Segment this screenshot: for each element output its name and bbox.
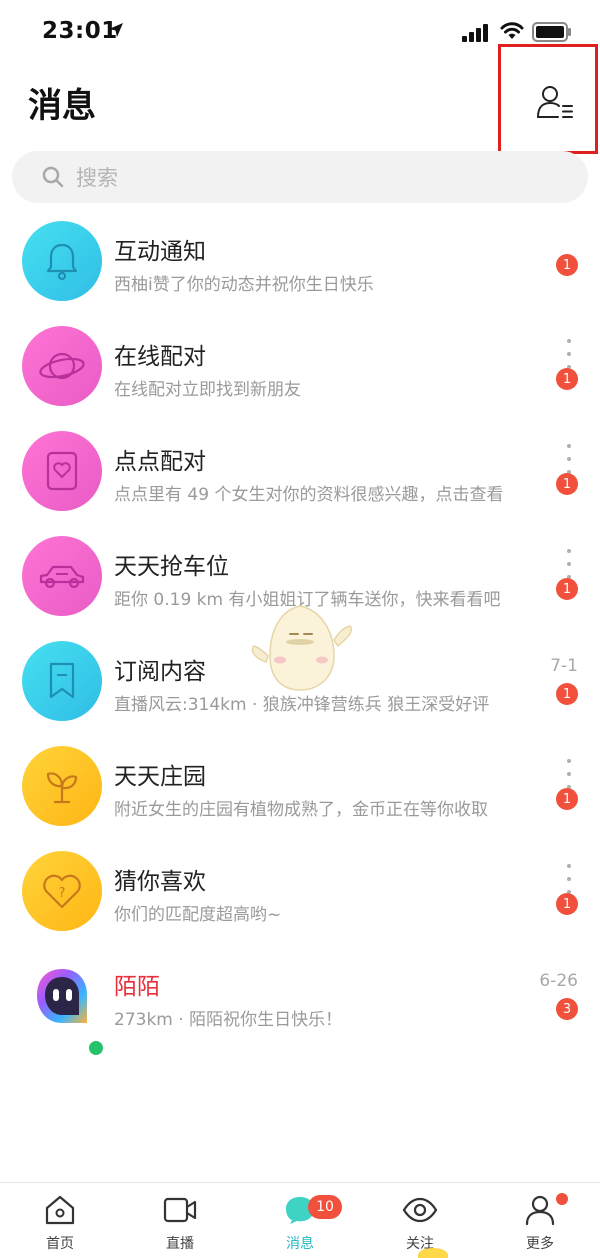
location-arrow-icon: [109, 23, 123, 37]
bell-icon: [46, 243, 78, 281]
bookmark-icon: [49, 662, 75, 699]
tab-label: 直播: [166, 1236, 194, 1252]
tab-messages[interactable]: 10 消息: [240, 1183, 360, 1258]
more-options-icon[interactable]: [564, 549, 574, 579]
message-title: 陌陌: [114, 974, 160, 1000]
tab-label: 首页: [46, 1236, 74, 1252]
tab-follow[interactable]: 关注: [360, 1183, 480, 1258]
list-item-momo[interactable]: 陌陌 273km · 陌陌祝你生日快乐！ 6-26 3: [0, 943, 600, 1058]
battery-icon: [532, 22, 571, 42]
list-item-interaction-notice[interactable]: 互动通知 西柚i赞了你的动态并祝你生日快乐 1: [0, 208, 600, 313]
unread-badge: 3: [556, 998, 578, 1020]
list-item-online-match[interactable]: 在线配对 在线配对立即找到新朋友 1: [0, 313, 600, 418]
list-item-guess-you-like[interactable]: ? 猜你喜欢 你们的匹配度超高哟~ 1: [0, 838, 600, 943]
home-icon: [45, 1195, 75, 1225]
message-time: 6-26: [539, 971, 578, 991]
unread-badge: 1: [556, 473, 578, 495]
message-title: 订阅内容: [114, 659, 206, 685]
notification-dot: [556, 1193, 568, 1205]
avatar: [22, 431, 102, 511]
wifi-icon: [500, 22, 524, 39]
more-options-icon[interactable]: [564, 864, 574, 894]
mascot-sticker-icon: [251, 605, 353, 691]
avatar: [22, 956, 102, 1036]
momo-logo-icon: [37, 969, 87, 1023]
message-preview: 273km · 陌陌祝你生日快乐！: [114, 1010, 343, 1030]
unread-badge: 1: [556, 788, 578, 810]
message-preview: 你们的匹配度超高哟~: [114, 905, 282, 925]
message-title: 点点配对: [114, 449, 206, 475]
message-title: 猜你喜欢: [114, 869, 206, 895]
status-time: 23:01: [42, 18, 118, 44]
message-preview: 点点里有 49 个女生对你的资料很感兴趣，点击查看: [114, 485, 504, 505]
search-bar[interactable]: 搜索: [12, 151, 588, 203]
unread-badge: 1: [556, 578, 578, 600]
avatar: [22, 641, 102, 721]
sprout-icon: [46, 772, 78, 804]
highlight-box: [498, 44, 598, 154]
message-title: 天天庄园: [114, 764, 206, 790]
online-status-dot: [86, 1038, 106, 1058]
message-title: 天天抢车位: [114, 554, 229, 580]
avatar: [22, 221, 102, 301]
tab-label: 消息: [286, 1236, 314, 1252]
message-title: 互动通知: [114, 239, 206, 265]
tab-bar: 首页 直播 10 消息 关注 更多: [0, 1182, 600, 1258]
tab-home[interactable]: 首页: [0, 1183, 120, 1258]
eye-icon: [402, 1197, 438, 1223]
unread-badge: 1: [556, 368, 578, 390]
tab-more[interactable]: 更多: [480, 1183, 600, 1258]
heart-question-icon: ?: [43, 874, 81, 909]
message-title: 在线配对: [114, 344, 206, 370]
search-icon: [42, 166, 64, 188]
page-title: 消息: [28, 86, 96, 126]
list-item-farm-game[interactable]: 天天庄园 附近女生的庄园有植物成熟了，金币正在等你收取 1: [0, 733, 600, 838]
avatar: ?: [22, 851, 102, 931]
heart-card-icon: [46, 451, 78, 491]
more-options-icon[interactable]: [564, 759, 574, 789]
unread-count-badge: 10: [308, 1195, 342, 1219]
svg-text:?: ?: [59, 886, 66, 901]
floating-mascot-peek: [418, 1248, 448, 1258]
avatar: [22, 746, 102, 826]
car-icon: [39, 565, 85, 589]
message-preview: 附近女生的庄园有植物成熟了，金币正在等你收取: [114, 800, 488, 820]
unread-badge: 1: [556, 893, 578, 915]
profile-icon: [525, 1195, 555, 1226]
unread-badge: 1: [556, 683, 578, 705]
message-time: 7-1: [550, 656, 578, 676]
message-preview: 在线配对立即找到新朋友: [114, 380, 301, 400]
message-preview: 西柚i赞了你的动态并祝你生日快乐: [114, 275, 374, 295]
planet-icon: [39, 352, 85, 380]
tab-live[interactable]: 直播: [120, 1183, 240, 1258]
search-placeholder: 搜索: [76, 166, 118, 190]
list-item-dian-dian-match[interactable]: 点点配对 点点里有 49 个女生对你的资料很感兴趣，点击查看 1: [0, 418, 600, 523]
avatar: [22, 326, 102, 406]
avatar: [22, 536, 102, 616]
more-options-icon[interactable]: [564, 444, 574, 474]
signal-icon: [462, 24, 488, 42]
more-options-icon[interactable]: [564, 339, 574, 369]
video-icon: [163, 1197, 197, 1223]
unread-badge: 1: [556, 254, 578, 276]
tab-label: 更多: [526, 1236, 554, 1252]
